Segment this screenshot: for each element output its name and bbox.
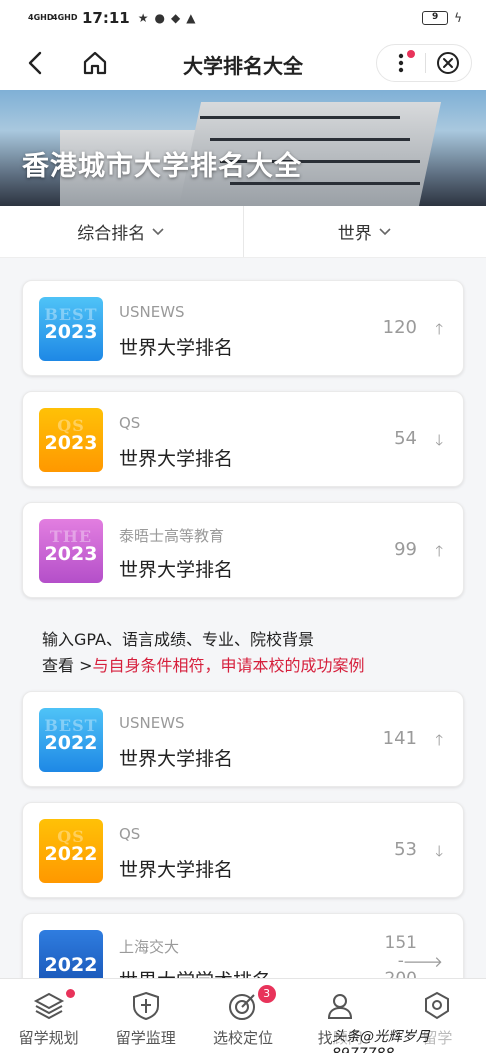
rank-value: 141 <box>382 728 417 749</box>
chevron-down-icon <box>379 227 391 235</box>
tab-study-plan[interactable]: 留学规划 <box>0 979 97 1053</box>
tab-supervision[interactable]: 留学监理 <box>97 979 194 1053</box>
badge-icon <box>425 991 450 1020</box>
arrow-down-icon: 🡓 <box>435 842 443 860</box>
rank-value: 53 <box>394 839 417 860</box>
ranking-card[interactable]: THE 2023 泰晤士高等教育 世界大学排名 99 🡑 <box>22 502 464 598</box>
rank-value: 54 <box>394 428 417 449</box>
ranking-source: QS <box>119 414 141 432</box>
region-filter[interactable]: 世界 <box>244 206 486 257</box>
notification-dot <box>406 50 415 58</box>
app-icon-2: ▲ <box>186 11 196 25</box>
person-icon <box>328 994 353 1019</box>
network-indicator-2: 4GHD <box>52 13 78 22</box>
ranking-name: 世界大学排名 <box>119 337 234 359</box>
banner-title: 香港城市大学排名大全 <box>22 151 302 182</box>
notification-count: 3 <box>257 985 276 1003</box>
promo-line-2[interactable]: 查看 >与自身条件相符，申请本校的成功案例 <box>42 653 365 679</box>
close-button[interactable] <box>425 44 471 82</box>
home-button[interactable] <box>80 48 110 78</box>
network-indicator: 4GHD <box>28 13 54 22</box>
charging-icon: ϟ <box>454 11 462 25</box>
ranking-name: 世界大学排名 <box>119 748 234 770</box>
more-vertical-icon <box>398 53 403 73</box>
ranking-source: USNEWS <box>119 714 185 732</box>
filter-bar: 综合排名 世界 <box>0 206 486 258</box>
arrow-up-icon: 🡑 <box>435 542 443 560</box>
ranking-source: 泰晤士高等教育 <box>119 527 225 545</box>
ranking-logo: BEST 2023 <box>39 297 103 361</box>
layers-icon <box>33 992 64 1020</box>
clock: 17:11 <box>82 9 130 27</box>
status-bar: 4GHD 4GHD 17:11 ★ ● ◆ ▲ 9 ϟ <box>0 0 486 36</box>
rank-value: 120 <box>382 317 417 338</box>
nav-bar: 大学排名大全 <box>0 36 486 90</box>
star-icon: ★ <box>137 11 149 25</box>
tab-school-selection[interactable]: 3 选校定位 <box>194 979 291 1053</box>
ranking-logo: QS 2022 <box>39 819 103 883</box>
ranking-name: 世界大学排名 <box>119 448 234 470</box>
arrow-right-icon: 🡒 <box>402 953 443 971</box>
filter-label: 综合排名 <box>77 224 146 244</box>
ranking-logo: THE 2023 <box>39 519 103 583</box>
university-banner: 香港城市大学排名大全 <box>0 90 486 206</box>
ranking-card[interactable]: QS 2022 QS 世界大学排名 53 🡓 <box>22 802 464 898</box>
more-button[interactable] <box>377 44 425 82</box>
arrow-up-icon: 🡑 <box>435 731 443 749</box>
ranking-name: 世界大学排名 <box>119 859 234 881</box>
close-circle-icon <box>437 52 460 74</box>
shield-icon <box>132 991 159 1021</box>
promo-link[interactable]: 与自身条件相符，申请本校的成功案例 <box>93 656 365 675</box>
chevron-left-icon <box>28 51 42 75</box>
arrow-up-icon: 🡑 <box>435 320 443 338</box>
ranking-logo: BEST 2022 <box>39 708 103 772</box>
ranking-card[interactable]: QS 2023 QS 世界大学排名 54 🡓 <box>22 391 464 487</box>
promo-line-1: 输入GPA、语言成绩、专业、院校背景 <box>42 630 314 649</box>
battery-icon: 9 <box>422 11 449 25</box>
case-search-promo[interactable]: 输入GPA、语言成绩、专业、院校背景 查看 >与自身条件相符，申请本校的成功案例 <box>42 627 365 679</box>
ranking-source: USNEWS <box>119 303 185 321</box>
home-icon <box>83 51 107 75</box>
rank-value: 99 <box>394 539 417 560</box>
arrow-down-icon: 🡓 <box>435 431 443 449</box>
target-icon <box>229 994 255 1020</box>
mini-program-capsule <box>376 44 472 82</box>
ranking-name: 世界大学排名 <box>119 559 234 581</box>
ranking-card[interactable]: BEST 2023 USNEWS 世界大学排名 120 🡑 <box>22 280 464 376</box>
ranking-source: QS <box>119 825 141 843</box>
chat-icon: ● <box>154 11 165 25</box>
watermark-text: 头条@光辉岁月8977788 <box>332 1026 486 1053</box>
filter-label: 世界 <box>337 224 372 244</box>
ranking-logo: QS 2023 <box>39 408 103 472</box>
ranking-source: 上海交大 <box>119 938 180 956</box>
ranking-type-filter[interactable]: 综合排名 <box>0 206 243 257</box>
notification-dot <box>66 989 76 998</box>
back-button[interactable] <box>20 48 50 78</box>
ranking-card[interactable]: BEST 2022 USNEWS 世界大学排名 141 🡑 <box>22 691 464 787</box>
chevron-down-icon <box>152 227 164 235</box>
app-icon: ◆ <box>171 11 181 25</box>
